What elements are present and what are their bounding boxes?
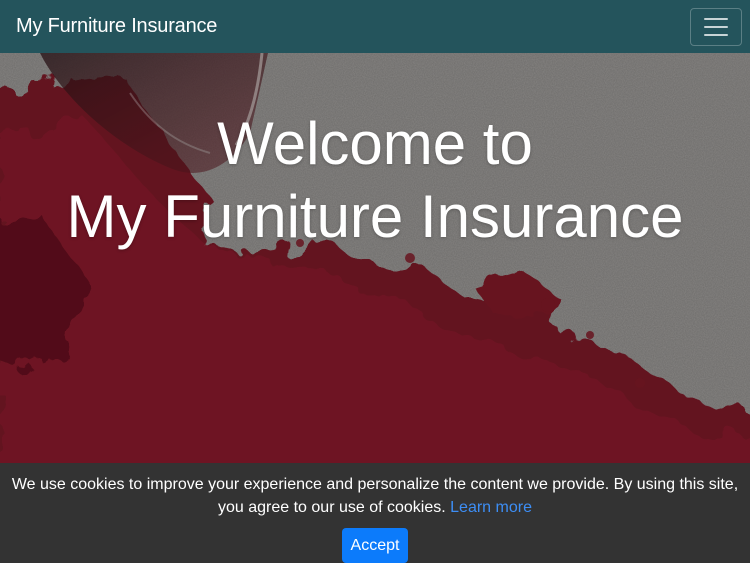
- top-navbar: My Furniture Insurance: [0, 0, 750, 53]
- hero-title: Welcome to My Furniture Insurance: [0, 107, 750, 253]
- cookie-consent-banner: We use cookies to improve your experienc…: [0, 463, 750, 563]
- accept-cookies-button[interactable]: Accept: [341, 528, 409, 563]
- cookie-message: We use cookies to improve your experienc…: [11, 476, 739, 516]
- navbar-brand[interactable]: My Furniture Insurance: [16, 15, 217, 38]
- hamburger-menu-icon[interactable]: [690, 7, 742, 46]
- cookie-message-container: We use cookies to improve your experienc…: [0, 473, 750, 519]
- hero-title-line1: Welcome to: [217, 110, 533, 177]
- learn-more-link[interactable]: Learn more: [450, 499, 532, 516]
- hero-title-line2: My Furniture Insurance: [66, 183, 684, 250]
